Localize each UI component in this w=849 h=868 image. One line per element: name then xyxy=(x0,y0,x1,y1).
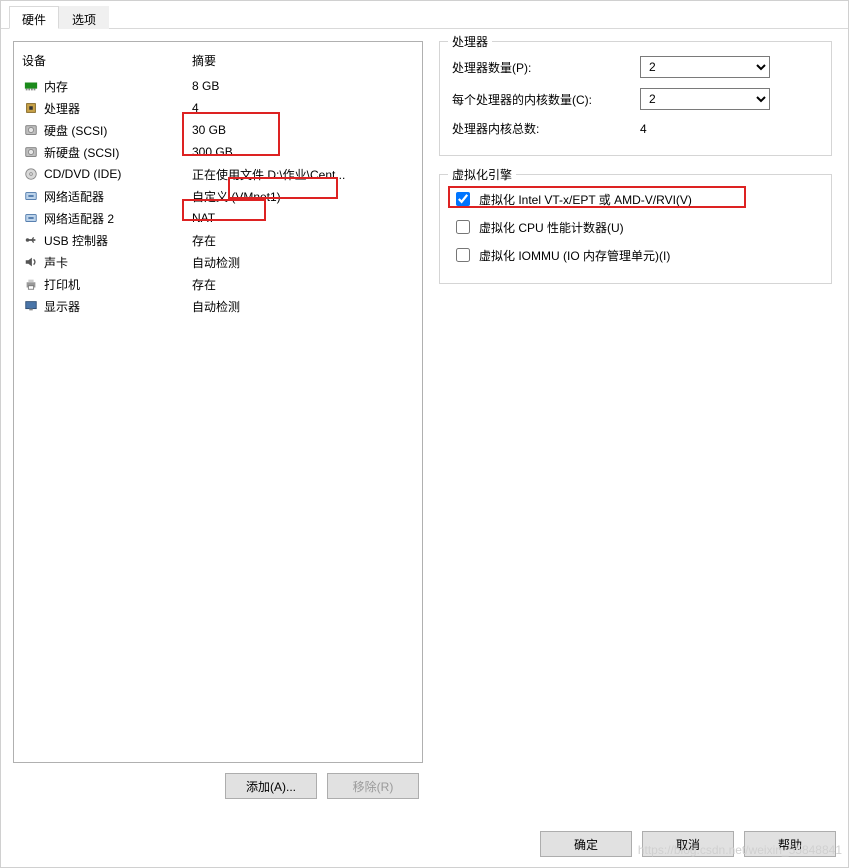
device-row[interactable]: 网络适配器自定义 (VMnet1) xyxy=(22,185,414,207)
device-summary: 30 GB xyxy=(192,123,414,137)
device-name: 打印机 xyxy=(44,276,192,293)
header-summary: 摘要 xyxy=(192,52,414,69)
device-summary: NAT xyxy=(192,211,414,225)
checkbox-vtx[interactable] xyxy=(456,192,470,206)
device-list[interactable]: 设备 摘要 内存8 GB处理器4硬盘 (SCSI)30 GB新硬盘 (SCSI)… xyxy=(13,41,423,763)
cpu-icon xyxy=(22,100,40,116)
group-title-virt: 虚拟化引擎 xyxy=(448,166,516,183)
help-button[interactable]: 帮助 xyxy=(744,831,836,857)
memory-icon xyxy=(22,78,40,94)
device-name: USB 控制器 xyxy=(44,232,192,249)
select-proc-count[interactable]: 2 xyxy=(640,56,770,78)
settings-dialog: 硬件 选项 设备 摘要 内存8 GB处理器4硬盘 (SCSI)30 GB新硬盘 … xyxy=(0,0,849,868)
net-icon xyxy=(22,188,40,204)
group-processors: 处理器 处理器数量(P): 2 每个处理器的内核数量(C): 2 处理器内核总数… xyxy=(439,41,832,156)
device-row[interactable]: 硬盘 (SCSI)30 GB xyxy=(22,119,414,141)
device-summary: 4 xyxy=(192,101,414,115)
device-row[interactable]: 新硬盘 (SCSI)300 GB xyxy=(22,141,414,163)
sound-icon xyxy=(22,254,40,270)
value-total-cores: 4 xyxy=(640,122,770,136)
device-name: 内存 xyxy=(44,78,192,95)
device-summary: 自定义 (VMnet1) xyxy=(192,188,414,205)
device-row[interactable]: 内存8 GB xyxy=(22,75,414,97)
remove-button[interactable]: 移除(R) xyxy=(327,773,419,799)
add-button[interactable]: 添加(A)... xyxy=(225,773,317,799)
label-cpuperf[interactable]: 虚拟化 CPU 性能计数器(U) xyxy=(479,219,624,236)
device-name: 显示器 xyxy=(44,298,192,315)
checkbox-iommu[interactable] xyxy=(456,248,470,262)
device-row[interactable]: CD/DVD (IDE)正在使用文件 D:\作业\Cent... xyxy=(22,163,414,185)
disk-icon xyxy=(22,144,40,160)
device-name: 网络适配器 2 xyxy=(44,210,192,227)
device-name: CD/DVD (IDE) xyxy=(44,167,192,181)
device-summary: 8 GB xyxy=(192,79,414,93)
cd-icon xyxy=(22,166,40,182)
device-summary: 自动检测 xyxy=(192,298,414,315)
device-name: 声卡 xyxy=(44,254,192,271)
device-row[interactable]: 处理器4 xyxy=(22,97,414,119)
device-summary: 自动检测 xyxy=(192,254,414,271)
device-summary: 正在使用文件 D:\作业\Cent... xyxy=(192,166,414,183)
label-iommu[interactable]: 虚拟化 IOMMU (IO 内存管理单元)(I) xyxy=(479,247,670,264)
device-name: 硬盘 (SCSI) xyxy=(44,122,192,139)
select-cores-per-proc[interactable]: 2 xyxy=(640,88,770,110)
device-name: 处理器 xyxy=(44,100,192,117)
device-row[interactable]: 网络适配器 2NAT xyxy=(22,207,414,229)
device-summary: 存在 xyxy=(192,232,414,249)
device-name: 网络适配器 xyxy=(44,188,192,205)
device-summary: 存在 xyxy=(192,276,414,293)
usb-icon xyxy=(22,232,40,248)
display-icon xyxy=(22,298,40,314)
printer-icon xyxy=(22,276,40,292)
group-virtualization: 虚拟化引擎 虚拟化 Intel VT-x/EPT 或 AMD-V/RVI(V) … xyxy=(439,174,832,284)
header-device: 设备 xyxy=(22,52,192,69)
checkbox-cpuperf[interactable] xyxy=(456,220,470,234)
disk-icon xyxy=(22,122,40,138)
device-row[interactable]: 声卡自动检测 xyxy=(22,251,414,273)
tab-bar: 硬件 选项 xyxy=(1,1,848,29)
label-total-cores: 处理器内核总数: xyxy=(452,120,632,137)
tab-hardware[interactable]: 硬件 xyxy=(9,6,59,29)
device-name: 新硬盘 (SCSI) xyxy=(44,144,192,161)
device-row[interactable]: USB 控制器存在 xyxy=(22,229,414,251)
group-title-processors: 处理器 xyxy=(448,33,492,50)
label-cores-per-proc: 每个处理器的内核数量(C): xyxy=(452,91,632,108)
tab-options[interactable]: 选项 xyxy=(59,6,109,29)
device-summary: 300 GB xyxy=(192,145,414,159)
label-proc-count: 处理器数量(P): xyxy=(452,59,632,76)
label-vtx[interactable]: 虚拟化 Intel VT-x/EPT 或 AMD-V/RVI(V) xyxy=(479,191,692,208)
device-row[interactable]: 打印机存在 xyxy=(22,273,414,295)
net-icon xyxy=(22,210,40,226)
device-list-header: 设备 摘要 xyxy=(22,48,414,75)
cancel-button[interactable]: 取消 xyxy=(642,831,734,857)
device-row[interactable]: 显示器自动检测 xyxy=(22,295,414,317)
ok-button[interactable]: 确定 xyxy=(540,831,632,857)
